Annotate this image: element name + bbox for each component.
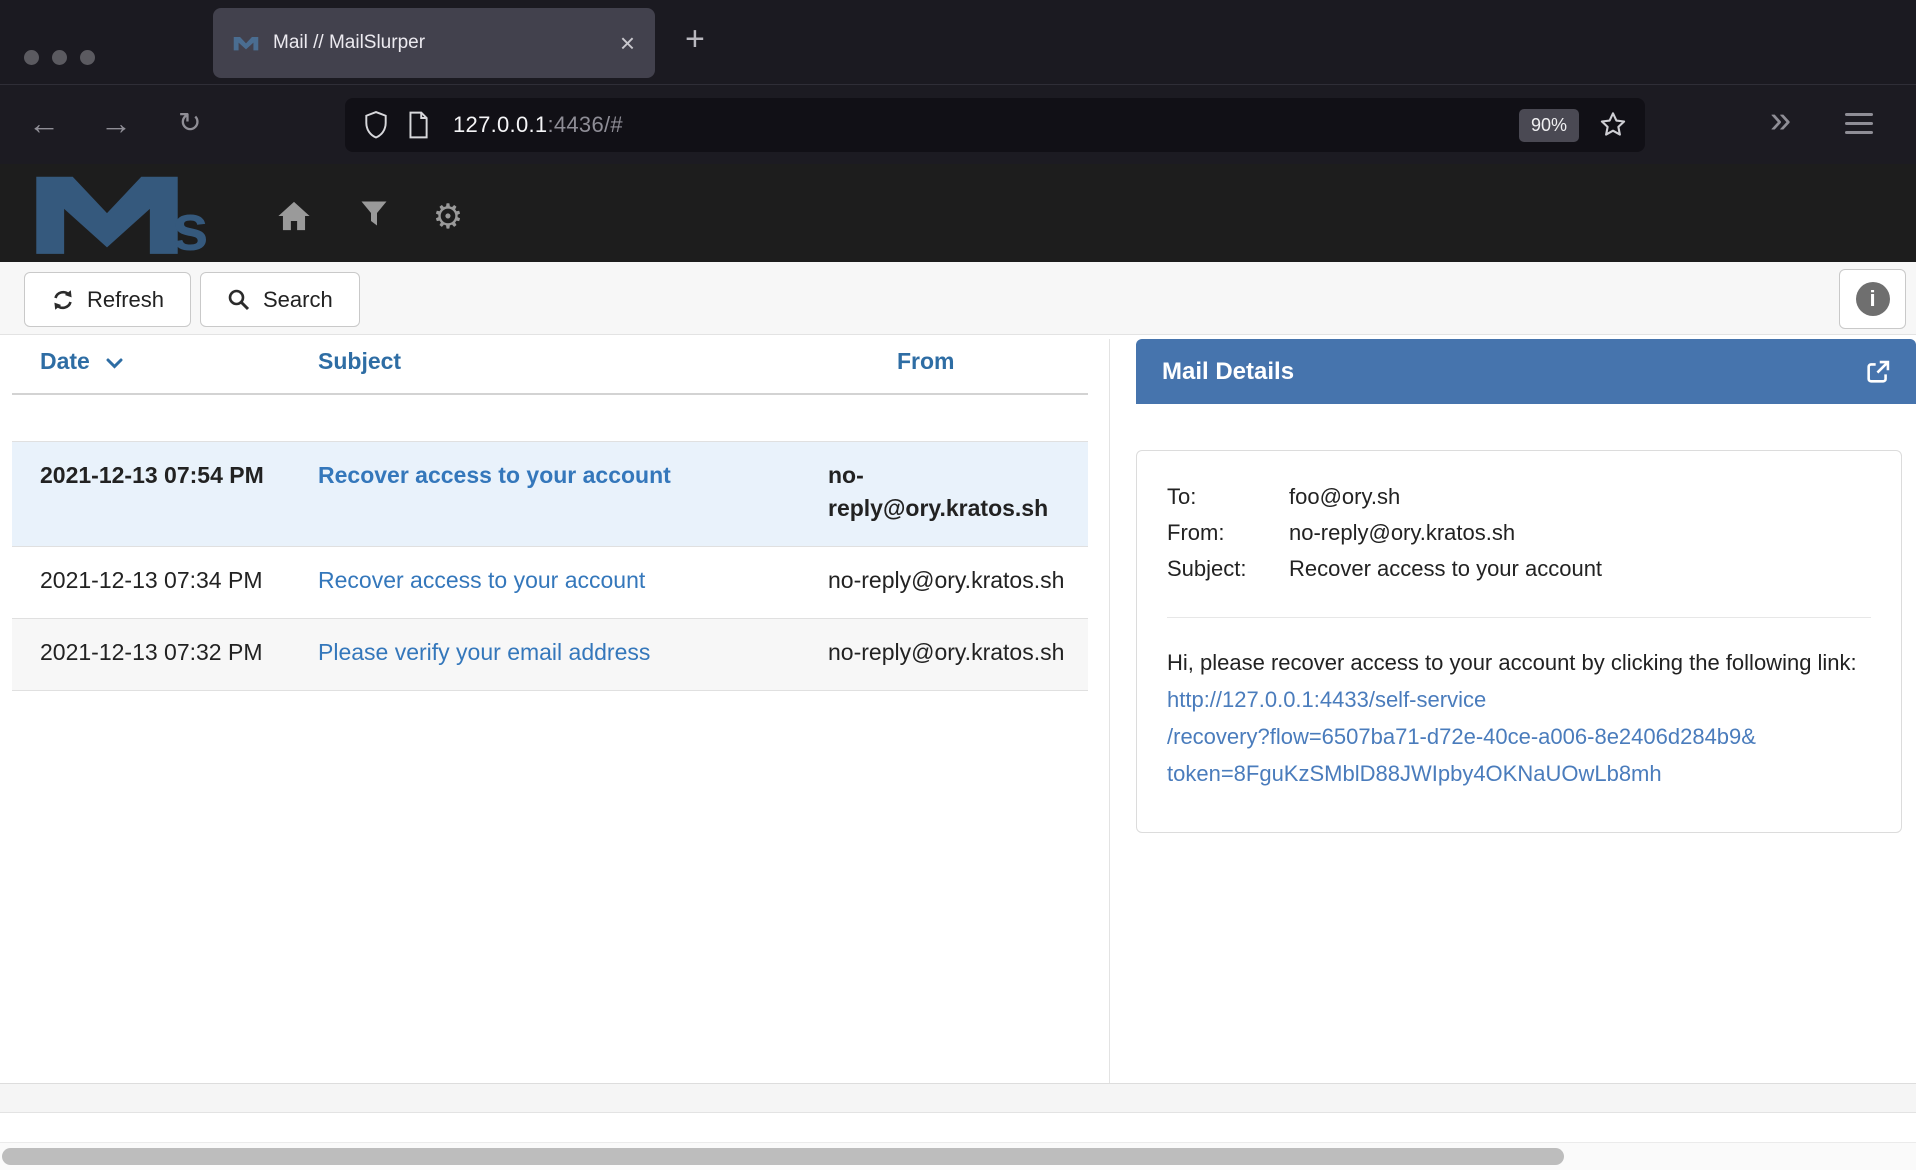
mail-date: 2021-12-13 07:34 PM: [12, 564, 315, 597]
reload-icon[interactable]: ↻: [178, 103, 201, 143]
mail-details-card: To:foo@ory.sh From:no-reply@ory.kratos.s…: [1136, 450, 1902, 833]
url-host: 127.0.0.1: [453, 112, 547, 137]
browser-tab[interactable]: Mail // MailSlurper ×: [213, 8, 655, 78]
mail-subject-link[interactable]: Please verify your email address: [318, 639, 650, 665]
settings-gear-icon[interactable]: ⚙: [430, 200, 466, 234]
mail-body: Hi, please recover access to your accoun…: [1167, 644, 1871, 792]
recovery-link[interactable]: http://127.0.0.1:4433/self-service/recov…: [1167, 687, 1756, 786]
mail-rows: 2021-12-13 07:54 PM Recover access to yo…: [12, 441, 1088, 691]
from-label: From:: [1167, 515, 1289, 551]
browser-toolbar: ← → ↻ 127.0.0.1:4436/# 90% »: [0, 84, 1916, 164]
mail-from: no-reply@ory.kratos.sh: [828, 564, 1088, 597]
window-close-dot[interactable]: [24, 50, 39, 65]
mail-subject-link[interactable]: Recover access to your account: [318, 567, 645, 593]
overflow-chevrons-icon[interactable]: »: [1770, 99, 1785, 142]
browser-tab-bar: Mail // MailSlurper × +: [0, 0, 1916, 84]
url-bar[interactable]: 127.0.0.1:4436/# 90%: [345, 98, 1645, 152]
window-minimize-dot[interactable]: [52, 50, 67, 65]
search-icon: [227, 288, 251, 312]
column-header-date[interactable]: Date: [12, 348, 315, 375]
mailslurper-logo[interactable]: s: [32, 168, 209, 254]
mail-row[interactable]: 2021-12-13 07:32 PM Please verify your e…: [12, 619, 1088, 691]
info-button[interactable]: i: [1839, 269, 1906, 329]
mail-date: 2021-12-13 07:32 PM: [12, 636, 315, 669]
subject-label: Subject:: [1167, 551, 1289, 587]
mail-details-title: Mail Details: [1162, 358, 1294, 386]
detail-subject-row: Subject:Recover access to your account: [1167, 551, 1871, 587]
to-label: To:: [1167, 479, 1289, 515]
search-label: Search: [263, 287, 333, 313]
mailslurper-favicon: [233, 34, 259, 52]
app-navbar: s ⚙: [0, 164, 1916, 262]
info-icon: i: [1856, 282, 1890, 316]
logo-s-text: s: [172, 201, 209, 254]
mail-list-header: Date Subject From: [12, 348, 1088, 395]
horizontal-scrollbar[interactable]: [0, 1142, 1916, 1170]
search-button[interactable]: Search: [200, 272, 360, 327]
refresh-label: Refresh: [87, 287, 164, 313]
window-maximize-dot[interactable]: [80, 50, 95, 65]
refresh-icon: [51, 288, 75, 312]
subject-value: Recover access to your account: [1289, 556, 1602, 581]
tab-close-icon[interactable]: ×: [620, 30, 635, 56]
date-header-label: Date: [40, 348, 90, 374]
sort-chevron-down-icon: [106, 358, 123, 369]
action-bar: Refresh Search i: [0, 262, 1916, 335]
column-header-subject[interactable]: Subject: [315, 348, 828, 375]
browser-window: Mail // MailSlurper × + ← → ↻ 127.0.0.1:…: [0, 0, 1916, 1170]
mail-details-panel: Mail Details To:foo@ory.sh From:no-reply…: [1136, 339, 1916, 833]
column-header-from[interactable]: From: [828, 348, 1088, 375]
new-tab-icon[interactable]: +: [685, 22, 705, 56]
mail-from: no-reply@ory.kratos.sh: [828, 459, 1088, 525]
refresh-button[interactable]: Refresh: [24, 272, 191, 327]
zoom-level-badge[interactable]: 90%: [1519, 109, 1579, 142]
bookmark-star-icon[interactable]: [1599, 111, 1627, 139]
body-text: Hi, please recover access to your accoun…: [1167, 650, 1857, 675]
filter-funnel-icon[interactable]: [356, 200, 392, 234]
mail-from: no-reply@ory.kratos.sh: [828, 636, 1088, 669]
bottom-band: [0, 1083, 1916, 1113]
from-value: no-reply@ory.kratos.sh: [1289, 520, 1515, 545]
external-link-icon[interactable]: [1864, 358, 1892, 386]
mail-date: 2021-12-13 07:54 PM: [12, 459, 315, 525]
back-icon[interactable]: ←: [28, 103, 60, 143]
mail-row[interactable]: 2021-12-13 07:34 PM Recover access to yo…: [12, 547, 1088, 619]
home-icon[interactable]: [276, 200, 312, 234]
url-text: 127.0.0.1:4436/#: [453, 112, 623, 138]
mail-subject-link[interactable]: Recover access to your account: [318, 462, 671, 488]
panel-divider: [1109, 339, 1110, 1083]
window-controls[interactable]: [24, 50, 95, 65]
mail-details-header: Mail Details: [1136, 339, 1916, 404]
mail-list: Date Subject From 2021-12-13 07:54 PM Re…: [12, 348, 1088, 691]
detail-to-row: To:foo@ory.sh: [1167, 479, 1871, 515]
menu-hamburger-icon[interactable]: [1845, 113, 1873, 134]
scrollbar-thumb[interactable]: [2, 1148, 1564, 1165]
to-value: foo@ory.sh: [1289, 484, 1400, 509]
details-divider: [1167, 617, 1871, 618]
page-info-icon[interactable]: [405, 111, 431, 139]
mail-row[interactable]: 2021-12-13 07:54 PM Recover access to yo…: [12, 441, 1088, 547]
logo-m-icon: [32, 168, 182, 254]
detail-from-row: From:no-reply@ory.kratos.sh: [1167, 515, 1871, 551]
forward-icon[interactable]: →: [100, 103, 132, 143]
shield-icon[interactable]: [363, 111, 389, 139]
url-path: :4436/#: [547, 112, 623, 137]
tab-title: Mail // MailSlurper: [273, 32, 425, 54]
